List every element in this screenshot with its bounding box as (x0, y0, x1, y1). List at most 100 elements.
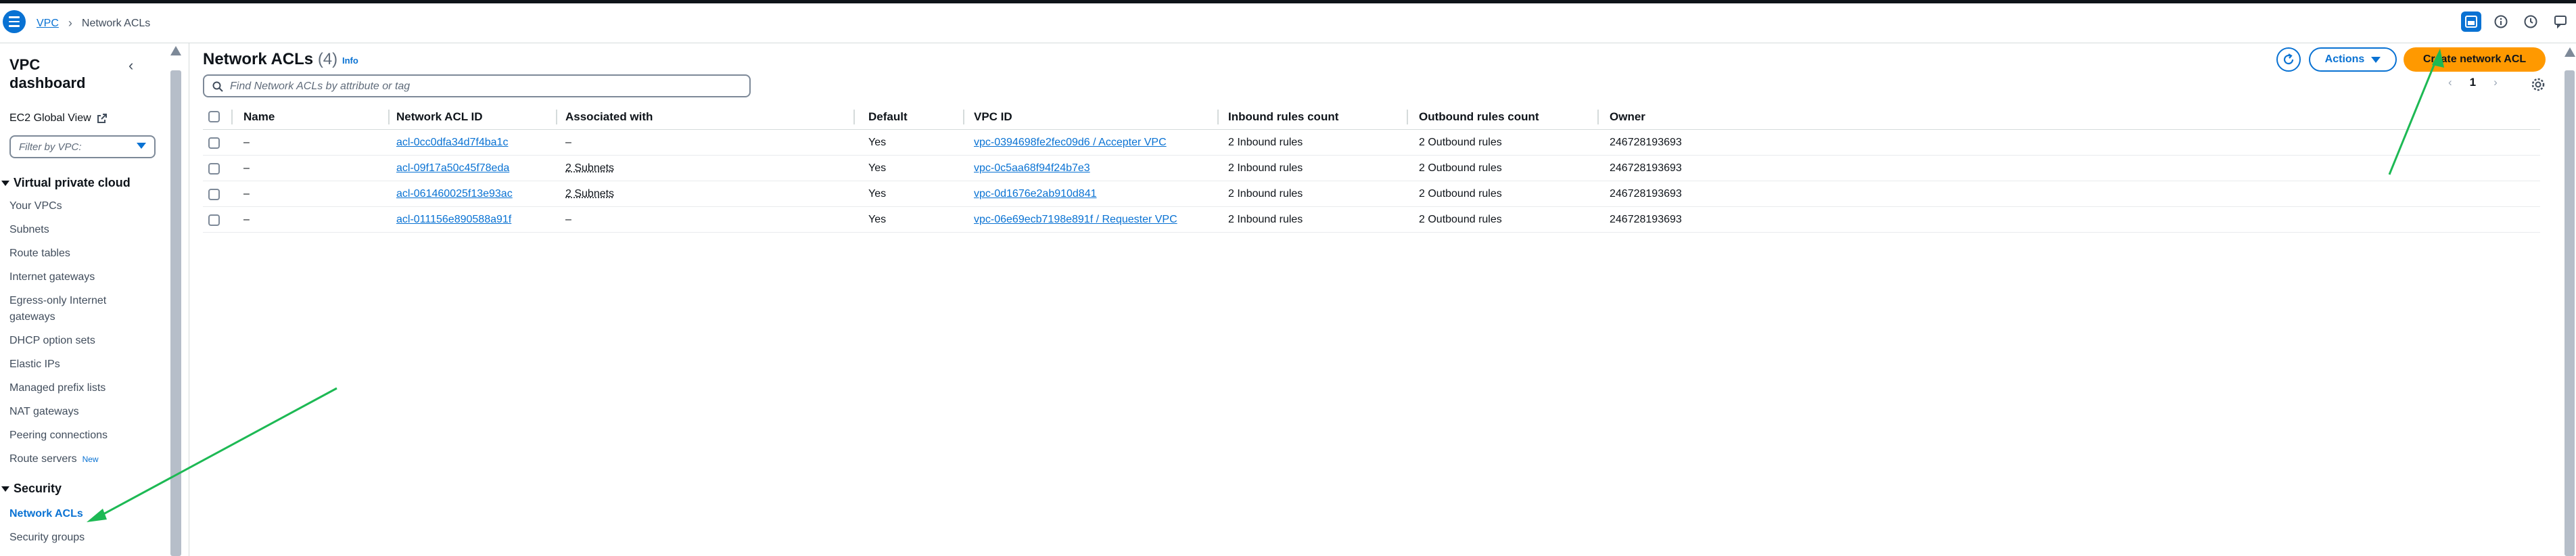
column-header-default[interactable]: Default (868, 110, 908, 124)
main-content: Network ACLs (4) Info Actions Create net… (196, 43, 2556, 556)
external-link-icon (97, 114, 107, 123)
search-placeholder: Find Network ACLs by attribute or tag (230, 80, 411, 92)
sidebar-item-network-acls[interactable]: Network ACLs (9, 506, 145, 522)
table-header: Name Network ACL ID Associated with Defa… (203, 104, 2540, 130)
sidebar-item-nat-gateways[interactable]: NAT gateways (9, 404, 145, 420)
close-sidebar-icon[interactable]: ‹ (128, 57, 133, 74)
column-header-vpc-id[interactable]: VPC ID (974, 110, 1012, 124)
vpc-id-link[interactable]: vpc-0394698fe2fec09d6 / Accepter VPC (974, 137, 1167, 149)
info-link[interactable]: Info (342, 55, 358, 66)
table-row[interactable]: – acl-0cc0dfa34d7f4ba1c – Yes vpc-0394698fe2… (203, 130, 2540, 156)
column-header-associated[interactable]: Associated with (565, 110, 653, 124)
column-header-outbound[interactable]: Outbound rules count (1419, 110, 1539, 124)
caret-down-icon (2371, 56, 2381, 63)
page-title: Network ACLs (4) (203, 50, 337, 69)
cell-inbound: 2 Inbound rules (1228, 162, 1303, 174)
pagination: ‹ 1 › (2448, 76, 2498, 89)
scrollbar-thumb[interactable] (170, 70, 181, 556)
cell-associated: 2 Subnets (565, 162, 615, 174)
scrollbar-thumb[interactable] (2565, 70, 2575, 556)
sidebar-item-subnets[interactable]: Subnets (9, 222, 145, 238)
split-panel-icon[interactable] (2461, 11, 2481, 32)
column-header-owner[interactable]: Owner (1610, 110, 1645, 124)
select-all-checkbox[interactable] (208, 111, 220, 122)
sidebar-item-internet-gateways[interactable]: Internet gateways (9, 269, 145, 285)
create-network-acl-button[interactable]: Create network ACL (2404, 47, 2546, 72)
section-virtual-private-cloud[interactable]: Virtual private cloud (1, 176, 131, 190)
row-checkbox[interactable] (208, 163, 220, 175)
chevron-right-icon[interactable]: › (2493, 76, 2498, 89)
current-page[interactable]: 1 (2470, 76, 2476, 89)
column-header-acl-id[interactable]: Network ACL ID (396, 110, 483, 124)
item-count: (4) (317, 50, 338, 68)
search-icon (212, 81, 223, 92)
cell-outbound: 2 Outbound rules (1419, 188, 1502, 200)
history-icon[interactable] (2521, 11, 2541, 32)
sidebar-item-ec2-global-view[interactable]: EC2 Global View (9, 112, 108, 124)
refresh-icon (2283, 53, 2294, 65)
search-input[interactable]: Find Network ACLs by attribute or tag (203, 74, 751, 97)
vpc-id-link[interactable]: vpc-0c5aa68f94f24b7e3 (974, 162, 1090, 175)
column-header-inbound[interactable]: Inbound rules count (1228, 110, 1338, 124)
column-divider (963, 110, 964, 124)
sidebar-item-label: Route servers (9, 453, 77, 465)
top-navigation-bar: VPC › Network ACLs (0, 0, 2576, 43)
refresh-button[interactable] (2276, 47, 2301, 72)
sidebar-item-security-groups[interactable]: Security groups (9, 530, 145, 546)
cell-owner: 246728193693 (1610, 214, 1682, 225)
row-checkbox[interactable] (208, 137, 220, 149)
sidebar-scrollbar[interactable] (169, 43, 183, 556)
column-divider (388, 110, 390, 124)
caret-down-icon (1, 180, 9, 186)
feedback-icon[interactable] (2550, 11, 2571, 32)
info-icon[interactable] (2491, 11, 2511, 32)
page-title-text: Network ACLs (203, 50, 314, 68)
column-divider (1217, 110, 1219, 124)
page-scrollbar[interactable] (2563, 43, 2576, 556)
column-divider (853, 110, 855, 124)
sidebar-item-route-servers[interactable]: Route servers New (9, 451, 145, 467)
acl-id-link[interactable]: acl-09f17a50c45f78eda (396, 162, 509, 175)
sidebar-item-label: EC2 Global View (9, 112, 91, 124)
scroll-up-icon[interactable] (2565, 47, 2575, 57)
breadcrumb-vpc-link[interactable]: VPC (37, 18, 59, 30)
row-checkbox[interactable] (208, 189, 220, 200)
caret-down-icon (1, 486, 9, 492)
vpc-filter-placeholder: Filter by VPC: (19, 141, 82, 153)
sidebar-item-elastic-ips[interactable]: Elastic IPs (9, 356, 145, 373)
sidebar-item-your-vpcs[interactable]: Your VPCs (9, 198, 145, 214)
vpc-id-link[interactable]: vpc-06e69ecb7198e891f / Requester VPC (974, 214, 1177, 226)
table-row[interactable]: – acl-011156e890588a91f – Yes vpc-06e69ecb71… (203, 207, 2540, 233)
vpc-filter-select[interactable]: Filter by VPC: (9, 135, 156, 158)
sidebar-item-dhcp-option-sets[interactable]: DHCP option sets (9, 333, 145, 349)
chevron-left-icon[interactable]: ‹ (2448, 76, 2452, 89)
network-acls-table: Name Network ACL ID Associated with Defa… (203, 104, 2540, 233)
acl-id-link[interactable]: acl-0cc0dfa34d7f4ba1c (396, 137, 508, 149)
sidebar-item-peering-connections[interactable]: Peering connections (9, 427, 145, 444)
column-divider (1407, 110, 1408, 124)
cell-owner: 246728193693 (1610, 162, 1682, 174)
acl-id-link[interactable]: acl-061460025f13e93ac (396, 188, 513, 200)
scroll-up-icon[interactable] (170, 46, 181, 55)
actions-dropdown-button[interactable]: Actions (2309, 47, 2397, 72)
sidebar-item-route-tables[interactable]: Route tables (9, 246, 145, 262)
row-checkbox[interactable] (208, 214, 220, 226)
acl-id-link[interactable]: acl-011156e890588a91f (396, 214, 511, 226)
table-row[interactable]: – acl-09f17a50c45f78eda 2 Subnets Yes vpc-0c… (203, 156, 2540, 181)
sidebar-item-egress-only-gateways[interactable]: Egress-only Internet gateways (9, 293, 124, 325)
section-label: Virtual private cloud (14, 176, 131, 189)
column-header-name[interactable]: Name (243, 110, 275, 124)
cell-default: Yes (868, 188, 887, 200)
column-divider (231, 110, 233, 124)
sidebar-title[interactable]: VPC dashboard (9, 55, 111, 92)
sidebar-item-managed-prefix-lists[interactable]: Managed prefix lists (9, 380, 145, 396)
table-row[interactable]: – acl-061460025f13e93ac 2 Subnets Yes vpc-0d… (203, 181, 2540, 207)
cell-name: – (243, 188, 250, 200)
gear-icon[interactable] (2528, 74, 2548, 95)
cell-inbound: 2 Inbound rules (1228, 137, 1303, 148)
section-security[interactable]: Security (1, 482, 62, 496)
breadcrumb: VPC › Network ACLs (37, 16, 150, 30)
chevron-right-icon: › (68, 16, 72, 30)
vpc-id-link[interactable]: vpc-0d1676e2ab910d841 (974, 188, 1097, 200)
hamburger-menu-icon[interactable] (3, 10, 26, 33)
